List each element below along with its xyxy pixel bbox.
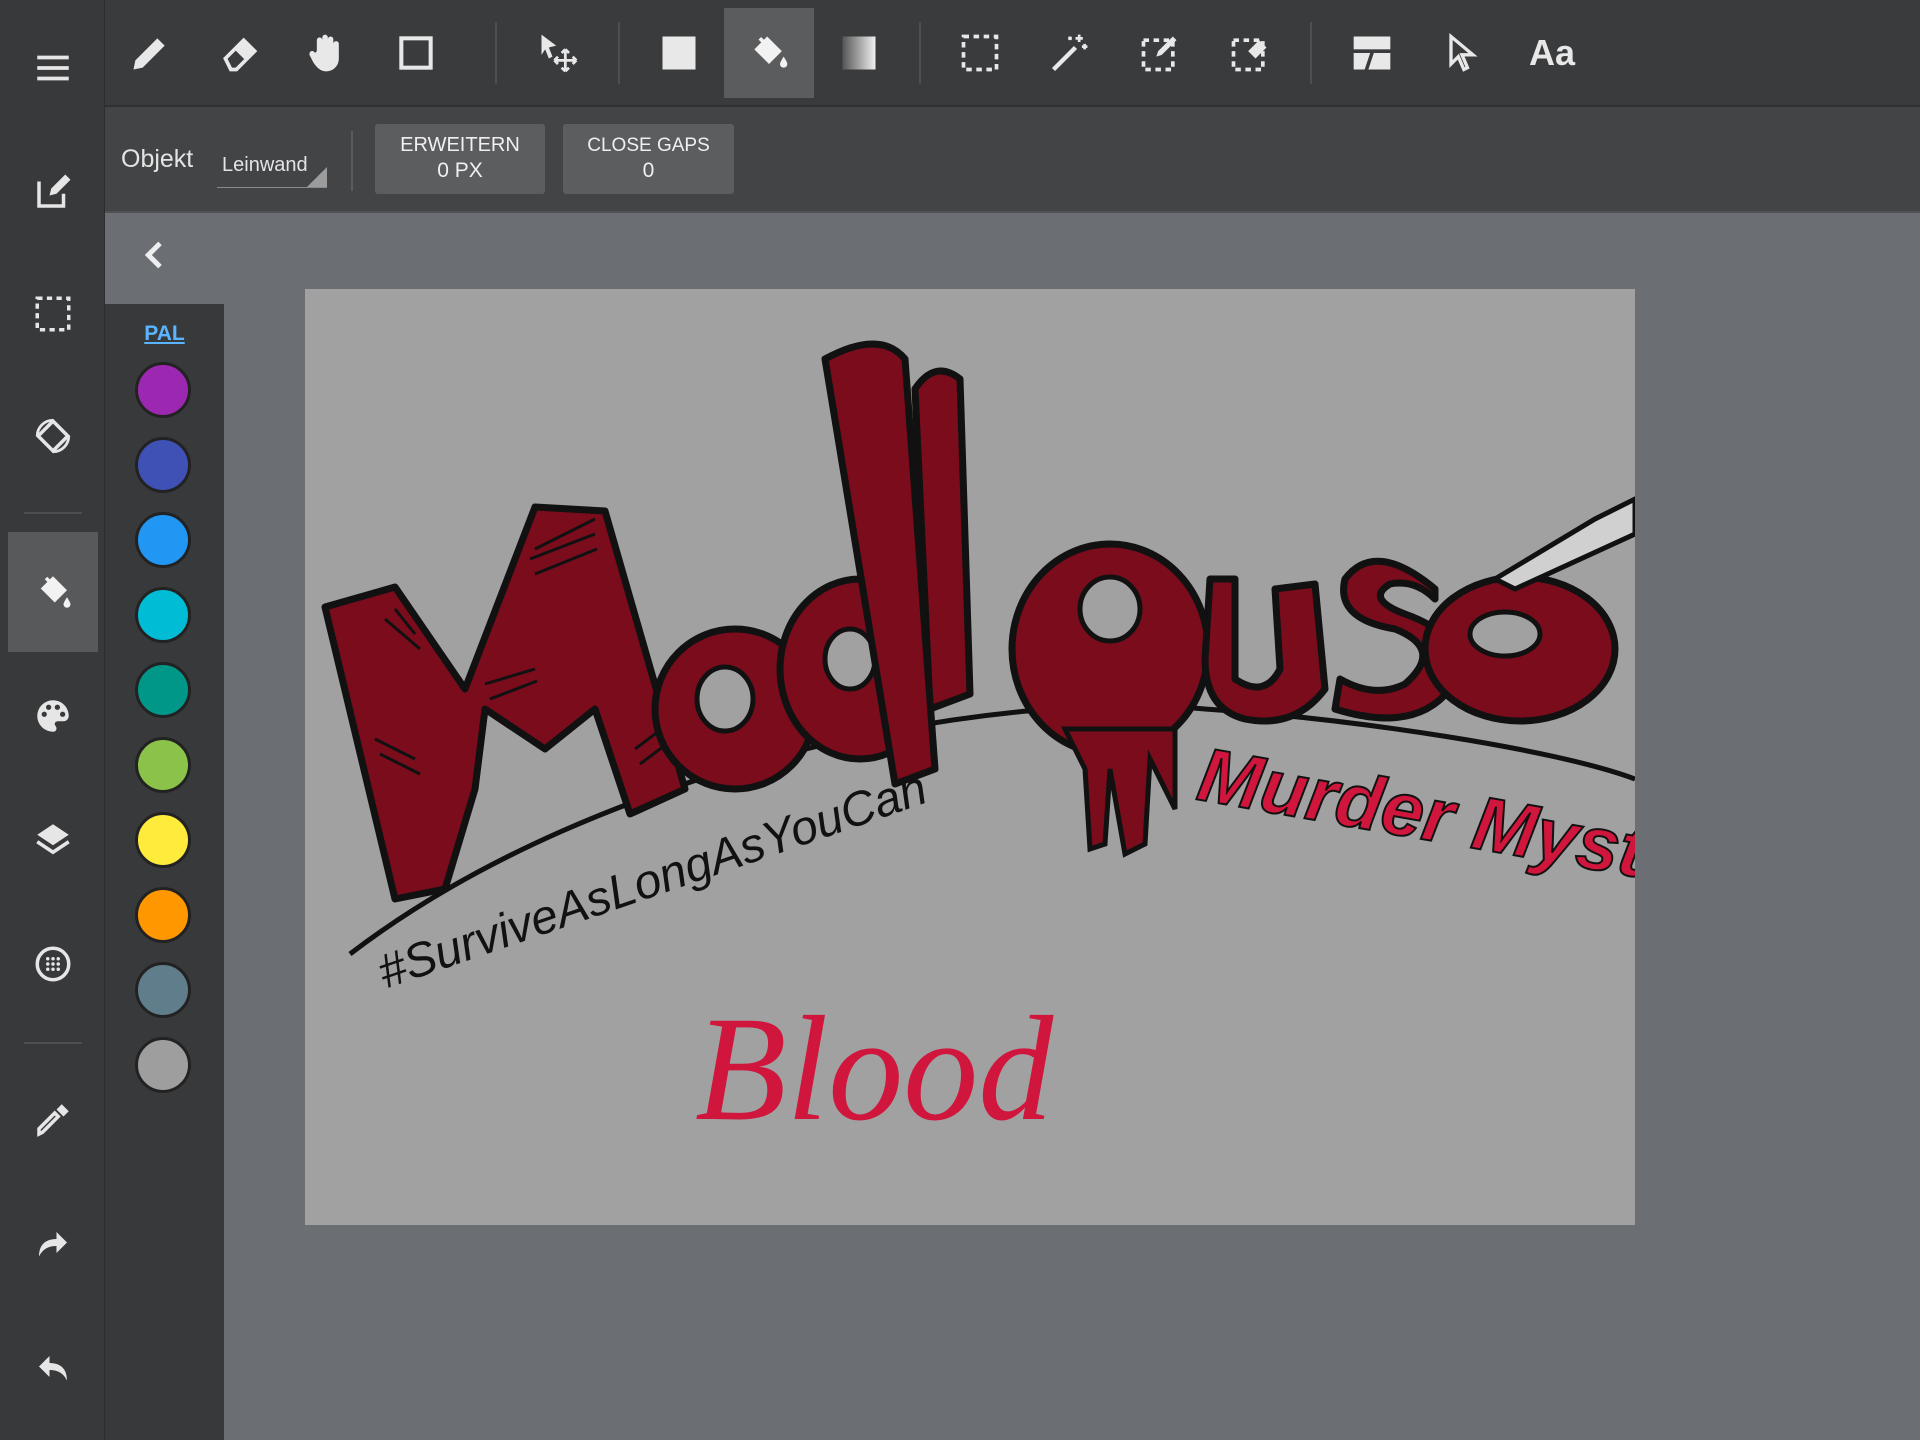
selection-eraser-icon <box>1231 38 1267 72</box>
dropdown-triangle-icon <box>307 167 327 187</box>
palette-swatch[interactable] <box>135 812 191 868</box>
undo-icon <box>39 1356 67 1381</box>
blood-text: Blood <box>695 986 1054 1152</box>
knife <box>1489 496 1635 592</box>
tool-options-bar: Objekt Leinwand ERWEITERN 0 PX CLOSE GAP… <box>105 107 1920 213</box>
collapse-panel-icon[interactable] <box>135 235 175 275</box>
canvas-area[interactable]: PAL Murder Mystery #SurviveAsLongAsYouCa… <box>105 213 1920 1440</box>
marquee-icon <box>961 34 999 72</box>
blood-drips <box>1060 726 1178 858</box>
selection-pen-icon <box>1141 36 1177 72</box>
hand-tool[interactable] <box>281 8 371 98</box>
rotate-icon <box>35 418 71 454</box>
toolbar-divider <box>618 22 620 84</box>
palette-swatch[interactable] <box>135 512 191 568</box>
fill-shape-tool[interactable] <box>634 8 724 98</box>
palette-swatch[interactable] <box>135 737 191 793</box>
options-divider <box>351 131 353 191</box>
fill-shape-icon <box>662 36 696 70</box>
palette-swatch[interactable] <box>135 887 191 943</box>
menu-button[interactable] <box>8 8 98 128</box>
rectangle-tool[interactable] <box>371 8 461 98</box>
palette-icon <box>37 700 69 732</box>
redo-button[interactable] <box>8 1186 98 1306</box>
paint-bucket-icon <box>754 36 788 68</box>
palette-swatch[interactable] <box>135 662 191 718</box>
toolbar-divider <box>495 22 497 84</box>
expand-label: ERWEITERN <box>400 134 520 157</box>
object-label: Objekt <box>121 145 194 173</box>
gradient-tool[interactable] <box>814 8 904 98</box>
text-icon: Aa <box>1528 32 1576 73</box>
pencil-icon <box>133 38 165 70</box>
selection-button[interactable] <box>8 254 98 374</box>
selection-eraser-tool[interactable] <box>1205 8 1295 98</box>
palette-swatch[interactable] <box>135 1037 191 1093</box>
rotate-button[interactable] <box>8 376 98 496</box>
expand-button[interactable]: ERWEITERN 0 PX <box>375 124 545 194</box>
palette-swatch[interactable] <box>135 962 191 1018</box>
sidebar-divider <box>24 1042 82 1044</box>
undo-button[interactable] <box>8 1310 98 1430</box>
layers-icon <box>36 824 70 855</box>
fill-button[interactable] <box>8 532 98 652</box>
left-sidebar <box>0 0 105 1440</box>
toolbar-divider <box>919 22 921 84</box>
edit-button[interactable] <box>8 132 98 252</box>
gradient-icon <box>842 36 876 70</box>
pointer-icon <box>1449 32 1478 72</box>
palette-title[interactable]: PAL <box>105 322 224 346</box>
eraser-tool[interactable] <box>195 8 285 98</box>
object-select-value: Leinwand <box>222 154 308 176</box>
move-icon <box>541 34 578 73</box>
layout-tool[interactable] <box>1327 8 1417 98</box>
close-gaps-value: 0 <box>642 158 655 182</box>
text-tool[interactable]: Aa <box>1507 8 1597 98</box>
close-gaps-button[interactable]: CLOSE GAPS 0 <box>563 124 734 194</box>
layout-icon <box>1353 36 1391 70</box>
layers-button[interactable] <box>8 780 98 900</box>
redo-icon <box>39 1232 67 1257</box>
rectangle-icon <box>399 36 433 70</box>
close-gaps-label: CLOSE GAPS <box>587 135 710 156</box>
move-tool[interactable] <box>513 8 603 98</box>
eyedropper-icon <box>37 1104 69 1137</box>
selection-pen-tool[interactable] <box>1115 8 1205 98</box>
palette-swatch[interactable] <box>135 362 191 418</box>
magic-wand-tool[interactable] <box>1025 8 1115 98</box>
hand-icon <box>309 34 339 72</box>
pointer-tool[interactable] <box>1417 8 1507 98</box>
grid-button[interactable] <box>8 904 98 1024</box>
edit-icon <box>37 174 71 208</box>
letter-u <box>1201 575 1329 725</box>
palette-button[interactable] <box>8 656 98 776</box>
paint-bucket-tool[interactable] <box>724 8 814 98</box>
artwork: Murder Mystery #SurviveAsLongAsYouCan Bl… <box>321 340 1635 1152</box>
sidebar-divider <box>24 512 82 514</box>
selection-icon <box>35 296 71 332</box>
drawing-canvas[interactable]: Murder Mystery #SurviveAsLongAsYouCan Bl… <box>305 289 1635 1225</box>
paint-bucket-icon <box>40 576 71 608</box>
top-toolbar: Aa <box>105 0 1920 107</box>
menu-icon <box>37 55 69 81</box>
marquee-tool[interactable] <box>935 8 1025 98</box>
eyedropper-button[interactable] <box>8 1060 98 1180</box>
pencil-tool[interactable] <box>105 8 195 98</box>
object-select[interactable]: Leinwand <box>217 149 327 188</box>
palette-swatch[interactable] <box>135 437 191 493</box>
eraser-icon <box>223 37 258 72</box>
toolbar-divider <box>1310 22 1312 84</box>
expand-value: 0 PX <box>437 159 483 183</box>
magic-wand-icon <box>1051 34 1088 72</box>
grid-icon <box>35 946 71 982</box>
color-palette-panel: PAL <box>105 304 224 1440</box>
palette-swatch[interactable] <box>135 587 191 643</box>
letter-m <box>321 503 689 903</box>
